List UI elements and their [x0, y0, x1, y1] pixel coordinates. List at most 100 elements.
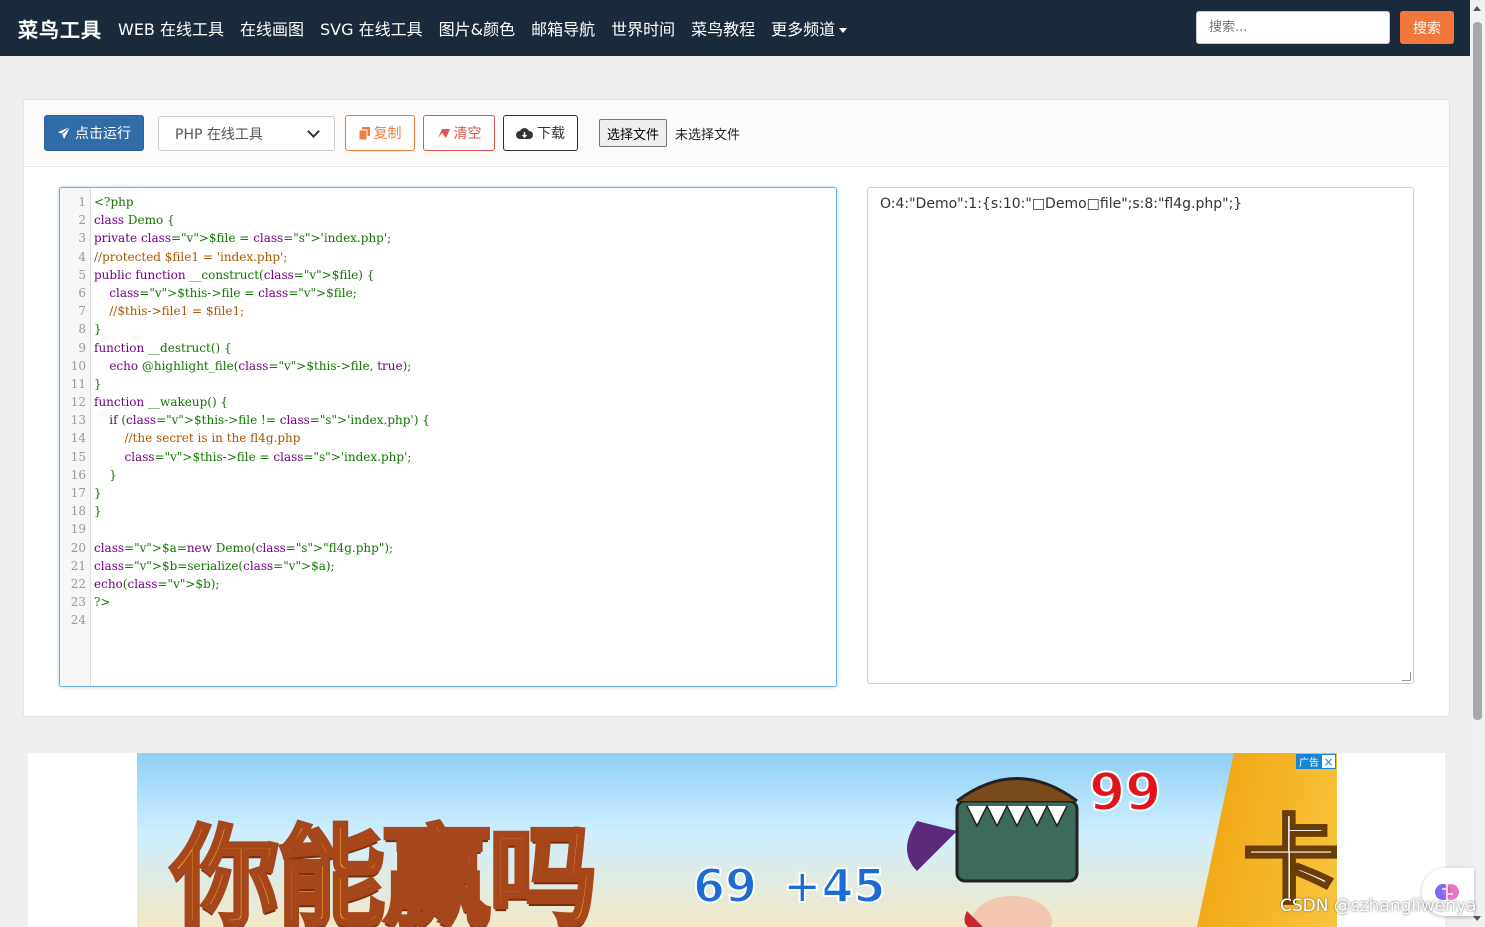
line-number: 2: [78, 213, 86, 228]
output-textarea[interactable]: O:4:"Demo":1:{s:10:"□Demo□file";s:8:"fl4…: [867, 187, 1414, 684]
code-line[interactable]: 1 <?php: [60, 193, 836, 211]
copy-button-label: 复制: [373, 125, 402, 141]
code-line[interactable]: 9 function __destruct() {: [60, 339, 836, 357]
paper-plane-icon: [57, 126, 71, 140]
run-button-label: 点击运行: [75, 125, 131, 141]
code-text: class Demo {: [94, 213, 175, 228]
search-input[interactable]: [1196, 11, 1390, 44]
clear-button[interactable]: 清空: [423, 115, 495, 151]
code-text: class="v">$this->file = class="s">'index…: [124, 449, 412, 464]
line-number: 12: [70, 395, 86, 410]
copy-icon: [358, 126, 370, 140]
line-number: 19: [70, 522, 86, 537]
language-selected-value: PHP 在线工具: [175, 126, 263, 143]
code-text: }: [94, 322, 102, 337]
code-line[interactable]: 10 echo @highlight_file(class="v">$this-…: [60, 357, 836, 375]
run-button[interactable]: 点击运行: [44, 115, 144, 151]
code-lines: 1 <?php 2 class Demo {3 private class="v">$f…: [60, 193, 836, 630]
scroll-down-arrow-icon[interactable]: [1473, 916, 1481, 921]
code-line[interactable]: 12 function __wakeup() {: [60, 393, 836, 411]
eraser-icon: [437, 128, 450, 138]
nav-item-svg-tools[interactable]: SVG 在线工具: [320, 16, 423, 40]
ad-number-plus: +45: [782, 858, 887, 914]
nav-item-online-draw[interactable]: 在线画图: [240, 16, 304, 40]
code-line[interactable]: 8}: [60, 320, 836, 338]
chevron-down-icon: [307, 125, 320, 138]
code-line[interactable]: 6 class="v">$this->file = class="v">$fil…: [60, 284, 836, 302]
line-number: 23: [70, 595, 86, 610]
toolbar: 点击运行 PHP 在线工具 复制 清空 下载 选择文件 未选择文件: [24, 100, 1449, 167]
code-line[interactable]: 15 class="v">$this->file = class="s">'in…: [60, 448, 836, 466]
output-text: O:4:"Demo":1:{s:10:"□Demo□file";s:8:"fl4…: [880, 196, 1243, 212]
site-logo[interactable]: 菜鸟工具: [18, 14, 102, 43]
line-number: 13: [70, 413, 86, 428]
line-number: 16: [70, 467, 86, 482]
code-text: }: [94, 467, 117, 482]
line-number: 5: [78, 267, 86, 282]
resize-handle-icon[interactable]: [1402, 672, 1411, 681]
code-line[interactable]: 24: [60, 611, 836, 629]
code-line[interactable]: 18}: [60, 502, 836, 520]
choose-file-button[interactable]: 选择文件: [599, 119, 668, 147]
code-text: }: [94, 486, 102, 500]
code-text: if (class="v">$this->file != class="s">'…: [109, 413, 430, 428]
code-line[interactable]: 4 //protected $file1 = 'index.php';: [60, 248, 836, 266]
scroll-up-arrow-icon[interactable]: [1473, 6, 1481, 11]
nav-item-web-tools[interactable]: WEB 在线工具: [118, 16, 224, 40]
code-line[interactable]: 22 echo(class="v">$b);: [60, 575, 836, 593]
ad-banner[interactable]: 你能赢吗 69 +45 99 卡: [137, 753, 1337, 927]
line-number: 24: [70, 613, 86, 628]
code-text: class="v">$a=new Demo(class="s">"fl4g.ph…: [94, 540, 394, 555]
nav-item-tutorial[interactable]: 菜鸟教程: [691, 16, 755, 40]
code-editor[interactable]: 1 <?php 2 class Demo {3 private class="v">$f…: [59, 187, 837, 687]
code-line[interactable]: 20 class="v">$a=new Demo(class="s">"fl4g.…: [60, 539, 836, 557]
line-number: 10: [70, 358, 86, 373]
code-text: echo(class="v">$b);: [94, 576, 220, 591]
code-line[interactable]: 17}: [60, 484, 836, 502]
code-line[interactable]: 5 public function __construct(class="v">$…: [60, 266, 836, 284]
code-text: //the secret is in the fl4g.php: [94, 431, 301, 446]
code-line[interactable]: 23 ?>: [60, 593, 836, 611]
language-select[interactable]: PHP 在线工具: [158, 116, 335, 151]
download-button-label: 下载: [537, 125, 565, 141]
code-line[interactable]: 16 }: [60, 466, 836, 484]
nav-item-more-channels[interactable]: 更多频道: [771, 16, 848, 40]
code-text: class="v">$this->file = class="v">$file;: [109, 285, 357, 300]
code-line[interactable]: 21 class="v">$b=serialize(class="v">$a);: [60, 557, 836, 575]
file-status-text: 未选择文件: [675, 128, 741, 143]
page-scrollbar[interactable]: [1470, 0, 1485, 927]
code-line[interactable]: 13 if (class="v">$this->file != class="s…: [60, 411, 836, 429]
code-line[interactable]: 11}: [60, 375, 836, 393]
caret-down-icon: [839, 28, 848, 33]
code-line[interactable]: 7 //$this->file1 = $file1;: [60, 302, 836, 320]
code-line[interactable]: 19: [60, 520, 836, 538]
ad-close-icon[interactable]: ×: [1321, 754, 1336, 769]
search-button[interactable]: 搜索: [1400, 11, 1454, 44]
line-number: 17: [70, 486, 86, 500]
tool-panel: 点击运行 PHP 在线工具 复制 清空 下载 选择文件 未选择文件 1 <?php…: [23, 99, 1450, 717]
line-number: 21: [70, 558, 86, 573]
code-text: }: [94, 376, 102, 391]
code-text: ?>: [94, 595, 111, 610]
ad-tag-badge: 广告: [1296, 754, 1322, 769]
code-line[interactable]: 2 class Demo {: [60, 211, 836, 229]
download-button[interactable]: 下载: [503, 115, 578, 151]
code-line[interactable]: 14 //the secret is in the fl4g.php: [60, 429, 836, 447]
line-number: 22: [70, 576, 86, 591]
nav-item-image-color[interactable]: 图片&颜色: [439, 16, 515, 40]
cloud-download-icon: [516, 127, 533, 139]
code-text: function __destruct() {: [94, 340, 232, 355]
ad-number-left: 69: [692, 858, 758, 914]
ad-number-right: 99: [1088, 762, 1162, 824]
line-number: 1: [78, 195, 86, 209]
code-text: class="v">$b=serialize(class="v">$a);: [94, 558, 335, 573]
copy-button[interactable]: 复制: [345, 115, 415, 151]
nav-item-world-time[interactable]: 世界时间: [611, 16, 675, 40]
chest-monster-illustration: [907, 777, 1079, 927]
line-number: 8: [78, 322, 86, 337]
ad-headline: 你能赢吗: [169, 814, 599, 927]
code-text: }: [94, 504, 102, 519]
nav-item-mail-nav[interactable]: 邮箱导航: [531, 16, 595, 40]
scroll-thumb[interactable]: [1473, 22, 1482, 720]
code-line[interactable]: 3 private class="v">$file = class="s">'in…: [60, 229, 836, 247]
